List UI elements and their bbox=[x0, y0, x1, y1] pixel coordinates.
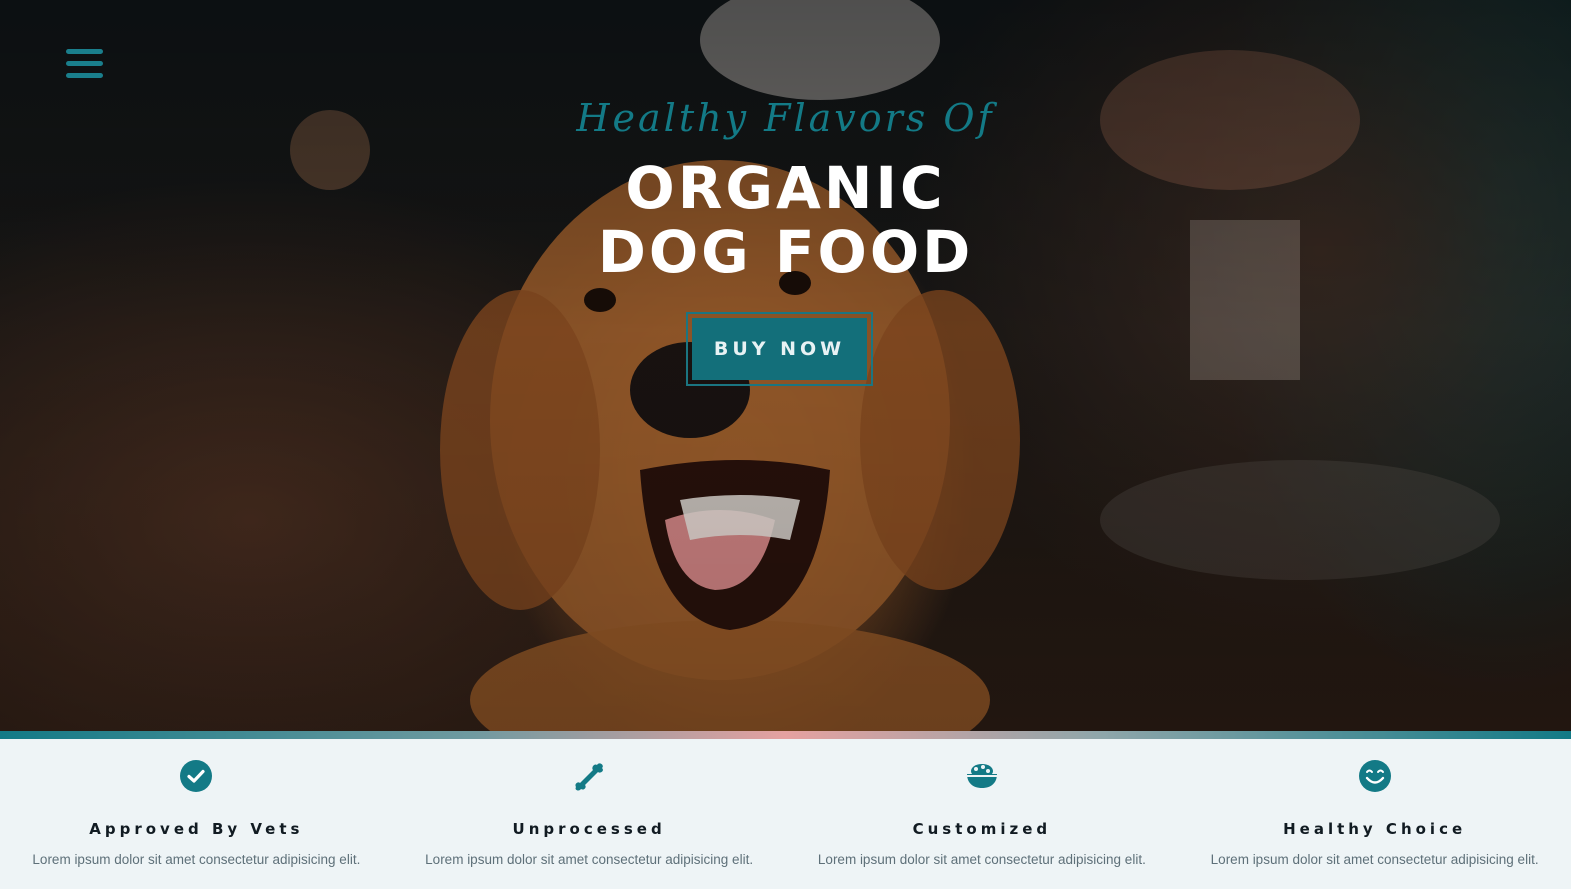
feature-text: Lorem ipsum dolor sit amet consectetur a… bbox=[32, 852, 361, 867]
feature-text: Lorem ipsum dolor sit amet consectetur a… bbox=[817, 852, 1146, 867]
feature-healthy-choice: Healthy Choice Lorem ipsum dolor sit ame… bbox=[1178, 739, 1571, 889]
feature-text: Lorem ipsum dolor sit amet consectetur a… bbox=[425, 852, 754, 867]
bone-icon bbox=[575, 763, 604, 791]
hero-title-line2: DOG FOOD bbox=[597, 218, 974, 286]
feature-title: Unprocessed bbox=[512, 820, 666, 838]
feature-text: Lorem ipsum dolor sit amet consectetur a… bbox=[1210, 852, 1539, 867]
food-bowl-icon bbox=[966, 764, 997, 788]
buy-now-frame: BUY NOW bbox=[686, 312, 873, 386]
hamburger-menu-icon[interactable] bbox=[66, 47, 103, 81]
feature-unprocessed: Unprocessed Lorem ipsum dolor sit amet c… bbox=[393, 739, 786, 889]
check-circle-icon bbox=[180, 760, 213, 792]
hero-title: ORGANIC DOG FOOD bbox=[0, 156, 1571, 284]
buy-now-button[interactable]: BUY NOW bbox=[692, 318, 867, 380]
hero-section: Healthy Flavors Of ORGANIC DOG FOOD BUY … bbox=[0, 0, 1571, 731]
features-section: Approved By Vets Lorem ipsum dolor sit a… bbox=[0, 739, 1571, 889]
feature-title: Approved By Vets bbox=[89, 820, 304, 838]
feature-title: Customized bbox=[912, 820, 1052, 838]
feature-customized: Customized Lorem ipsum dolor sit amet co… bbox=[786, 739, 1179, 889]
hero-title-line1: ORGANIC bbox=[625, 154, 946, 222]
feature-title: Healthy Choice bbox=[1283, 820, 1467, 838]
hero-tagline: Healthy Flavors Of bbox=[576, 96, 995, 140]
smile-icon bbox=[1358, 760, 1391, 792]
divider-stripe bbox=[0, 731, 1571, 739]
feature-approved-by-vets: Approved By Vets Lorem ipsum dolor sit a… bbox=[0, 739, 393, 889]
